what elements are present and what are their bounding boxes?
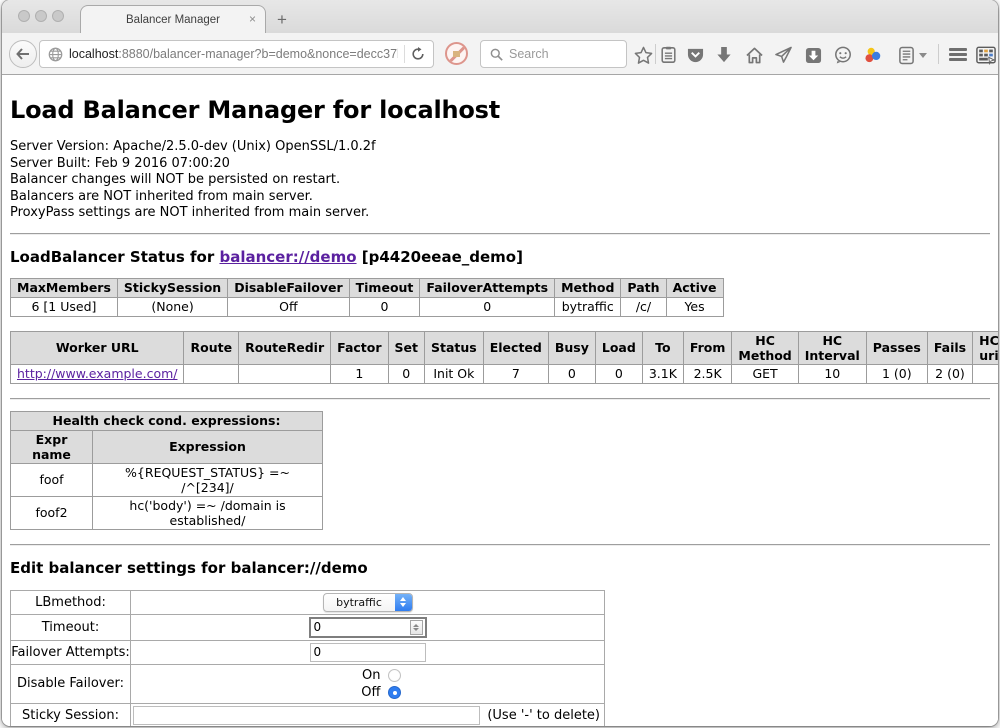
disable-failover-off-radio[interactable] <box>388 686 401 699</box>
tab-close-icon[interactable]: × <box>249 13 256 25</box>
url-path: :8880/balancer-manager?b=demo&nonce=decc… <box>118 47 398 61</box>
lbmethod-label: LBmethod: <box>11 590 131 614</box>
lbmethod-select[interactable]: bytraffic <box>323 593 413 612</box>
globe-icon <box>48 47 63 62</box>
menu-hamburger-icon[interactable] <box>949 48 967 63</box>
sticky-session-input[interactable] <box>133 706 480 725</box>
content-blocked-icon[interactable] <box>445 42 468 65</box>
failover-attempts-label: Failover Attempts: <box>11 640 131 664</box>
table-header-row: Expr name Expression <box>11 430 323 463</box>
balancer-demo-link[interactable]: balancer://demo <box>219 248 356 266</box>
new-tab-button[interactable]: + <box>277 10 287 30</box>
pocket-icon[interactable] <box>685 45 705 65</box>
search-bar[interactable] <box>480 40 627 68</box>
bookmarks-sidebar-icon[interactable] <box>658 45 678 65</box>
divider <box>10 233 990 235</box>
back-arrow-icon <box>16 48 30 60</box>
number-spinner[interactable] <box>410 620 423 635</box>
table-row: http://www.example.com/ 1 0 Init Ok 7 0 … <box>11 364 999 383</box>
divider <box>10 544 990 546</box>
reload-icon[interactable] <box>411 47 425 61</box>
disable-failover-label: Disable Failover: <box>11 664 131 703</box>
browser-window: Balancer Manager × + localhost:8880/bala… <box>2 0 998 726</box>
url-text[interactable]: localhost:8880/balancer-manager?b=demo&n… <box>69 47 398 61</box>
edit-balancer-heading: Edit balancer settings for balancer://de… <box>10 559 990 577</box>
feedback-smiley-icon[interactable] <box>833 45 853 65</box>
table-title-row: Health check cond. expressions: <box>11 411 323 430</box>
sticky-session-hint: (Use '-' to delete) <box>487 708 602 723</box>
radio-on-label: On <box>362 668 380 683</box>
tab-balancer-manager[interactable]: Balancer Manager × <box>80 5 266 33</box>
table-row: foof %{REQUEST_STATUS} =~ /^[234]/ <box>11 463 323 496</box>
timeout-label: Timeout: <box>11 614 131 640</box>
extension-colordots-icon[interactable] <box>863 45 883 65</box>
title-bar: Balancer Manager × + <box>2 0 998 33</box>
disable-failover-on-radio[interactable] <box>388 669 401 682</box>
sticky-session-label: Sticky Session: <box>11 703 131 726</box>
divider <box>10 398 990 400</box>
loadbalancer-status-heading: LoadBalancer Status for balancer://demo … <box>10 248 990 266</box>
send-page-icon[interactable] <box>773 45 793 65</box>
worker-url-link[interactable]: http://www.example.com/ <box>17 366 177 381</box>
tab-title: Balancer Manager <box>126 14 220 26</box>
page-content: Load Balancer Manager for localhost Serv… <box>2 76 998 726</box>
server-built-line: Server Built: Feb 9 2016 07:00:20 <box>10 156 990 173</box>
edit-balancer-form: LBmethod: bytraffic Timeout: <box>10 590 605 727</box>
close-window-button[interactable] <box>18 10 30 22</box>
table-row: foof2 hc('body') =~ /domain is establish… <box>11 496 323 529</box>
apps-grid-icon[interactable] <box>976 45 996 65</box>
persist-note-line: Balancer changes will NOT be persisted o… <box>10 172 990 189</box>
bookmark-star-icon[interactable] <box>633 45 653 65</box>
select-arrows-icon <box>395 594 412 611</box>
url-bar[interactable]: localhost:8880/balancer-manager?b=demo&n… <box>39 40 434 68</box>
save-to-device-icon[interactable] <box>803 45 823 65</box>
chevron-down-icon[interactable] <box>917 45 929 65</box>
zoom-window-button[interactable] <box>52 10 64 22</box>
server-version-line: Server Version: Apache/2.5.0-dev (Unix) … <box>10 139 990 156</box>
table-row: 6 [1 Used] (None) Off 0 0 bytraffic /c/ … <box>11 297 724 316</box>
search-input[interactable] <box>509 47 626 61</box>
radio-off-label: Off <box>361 685 380 700</box>
minimize-window-button[interactable] <box>35 10 47 22</box>
page-title: Load Balancer Manager for localhost <box>10 96 990 124</box>
server-info: Server Version: Apache/2.5.0-dev (Unix) … <box>10 139 990 222</box>
back-button[interactable] <box>9 40 37 68</box>
worker-table: Worker URL Route RouteRedir Factor Set S… <box>10 331 998 384</box>
downloads-icon[interactable] <box>714 45 734 65</box>
inherit-note-line: Balancers are NOT inherited from main se… <box>10 189 990 206</box>
health-check-table: Health check cond. expressions: Expr nam… <box>10 411 323 530</box>
url-domain: localhost <box>69 47 118 61</box>
table-header-row: Worker URL Route RouteRedir Factor Set S… <box>11 331 999 364</box>
navigation-toolbar: localhost:8880/balancer-manager?b=demo&n… <box>2 33 998 75</box>
balancer-status-table: MaxMembers StickySession DisableFailover… <box>10 278 724 317</box>
home-icon[interactable] <box>744 45 764 65</box>
reading-list-icon[interactable] <box>896 45 916 65</box>
proxypass-note-line: ProxyPass settings are NOT inherited fro… <box>10 205 990 222</box>
table-header-row: MaxMembers StickySession DisableFailover… <box>11 278 724 297</box>
failover-attempts-input[interactable] <box>310 643 426 662</box>
search-icon <box>490 48 503 61</box>
